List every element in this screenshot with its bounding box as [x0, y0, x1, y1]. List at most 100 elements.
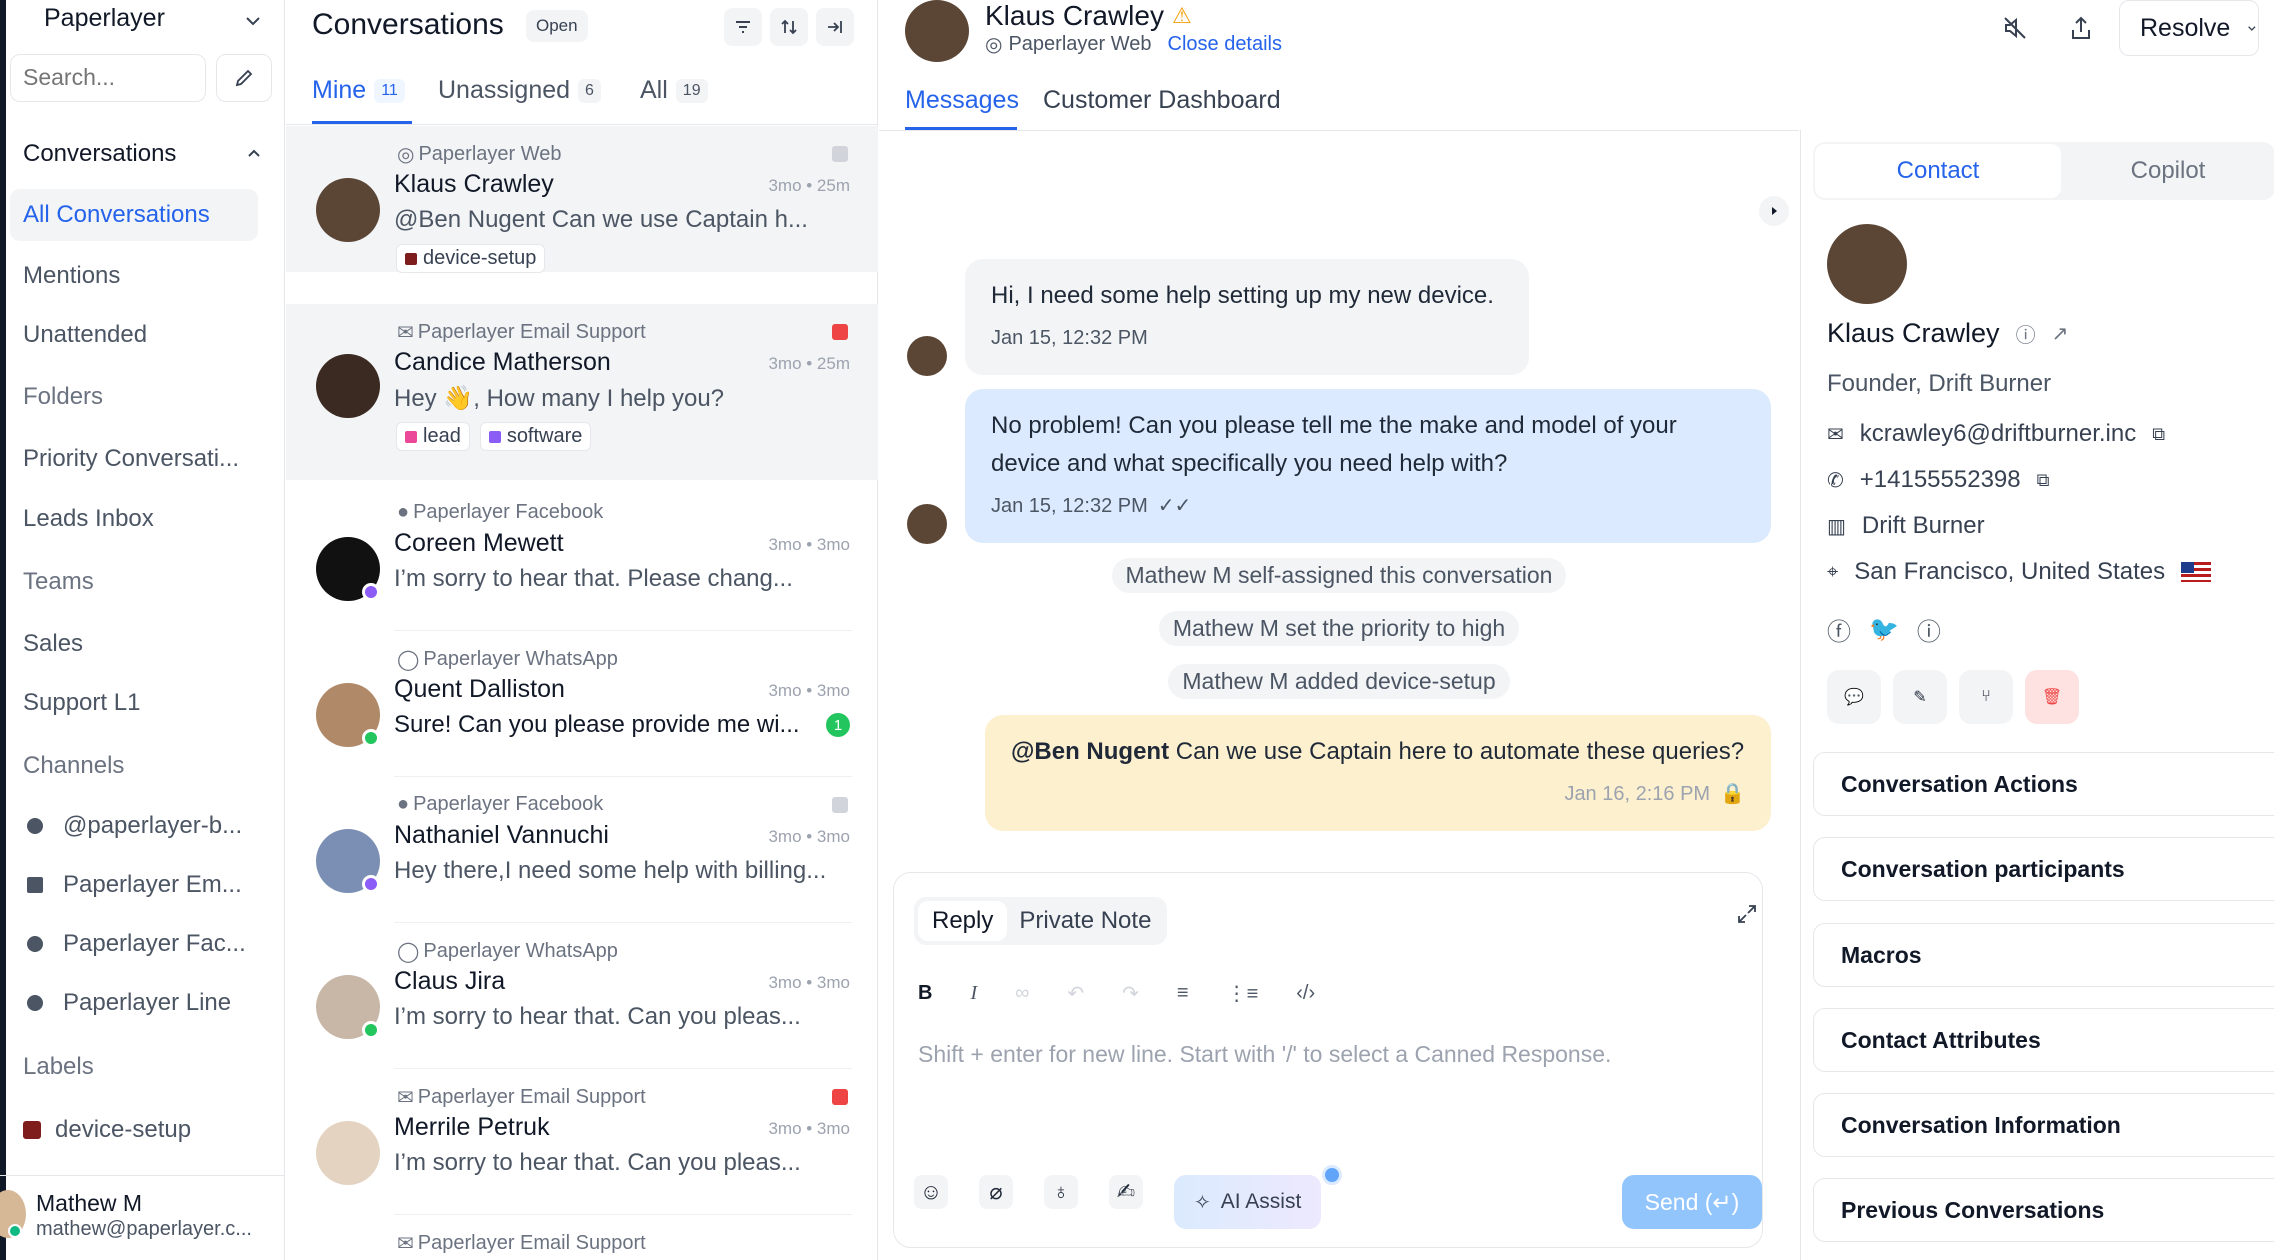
accordion-previous-conversations[interactable]: Previous Conversations: [1813, 1178, 2274, 1242]
attach-button[interactable]: ⌀: [979, 1175, 1013, 1209]
chat-header-name[interactable]: Klaus Crawley ⚠: [985, 0, 1192, 32]
nav-mentions[interactable]: Mentions: [23, 262, 120, 290]
activity-message: Mathew M added device-setup: [1168, 664, 1510, 699]
share-button[interactable]: [2067, 14, 2095, 42]
conversation-row[interactable]: ◎ Paperlayer Web Klaus Crawley 3mo • 25m …: [286, 126, 878, 273]
channel-item[interactable]: Paperlayer Fac...: [27, 930, 246, 958]
mention[interactable]: @Ben Nugent: [1011, 738, 1169, 765]
nav-all-conversations[interactable]: All Conversations: [10, 189, 258, 241]
folder-leads-inbox[interactable]: Leads Inbox: [23, 505, 154, 533]
private-note-tab[interactable]: Private Note: [1007, 901, 1163, 941]
teams-section-label[interactable]: Teams: [23, 568, 94, 596]
accordion-conversation-participants[interactable]: Conversation participants: [1813, 837, 2274, 901]
folder-priority[interactable]: Priority Conversati...: [23, 445, 239, 473]
accordion-contact-attributes[interactable]: Contact Attributes: [1813, 1008, 2274, 1072]
conversation-row[interactable]: ◯ Paperlayer WhatsApp Quent Dalliston 3mo…: [286, 631, 878, 777]
reply-tab[interactable]: Reply: [918, 901, 1008, 941]
search-box[interactable]: [10, 54, 206, 102]
activity-row: Mathew M added device-setup: [879, 664, 1799, 699]
expand-panel-button[interactable]: [1759, 196, 1789, 226]
record-audio-button[interactable]: ♁: [1044, 1175, 1078, 1209]
ai-assist-button[interactable]: ✧ AI Assist: [1174, 1175, 1322, 1229]
status-badge[interactable]: Open: [526, 10, 588, 42]
chevron-down-icon[interactable]: [242, 10, 264, 32]
undo-icon[interactable]: ↶: [1067, 981, 1084, 1006]
contact-avatar[interactable]: [905, 0, 969, 62]
ordered-list-icon[interactable]: ⋮≡: [1227, 981, 1259, 1006]
labels-section-label[interactable]: Labels: [23, 1053, 94, 1081]
copy-icon[interactable]: ⧉: [2152, 424, 2165, 445]
signature-button[interactable]: ✍: [1109, 1175, 1143, 1209]
delete-contact-button[interactable]: 🗑: [2025, 670, 2079, 724]
resolve-button[interactable]: Resolve: [2119, 0, 2259, 56]
accordion-conversation-actions[interactable]: Conversation Actions: [1813, 752, 2274, 816]
channel-item[interactable]: Paperlayer Line: [27, 989, 231, 1017]
folders-section-label[interactable]: Folders: [23, 383, 103, 411]
message-time: Jan 15, 12:32 PM: [991, 327, 1148, 349]
team-sales[interactable]: Sales: [23, 630, 83, 658]
signature-icon: ✍: [1116, 1179, 1136, 1204]
user-name[interactable]: Mathew M: [36, 1190, 142, 1217]
close-details-link[interactable]: Close details: [1168, 33, 1283, 56]
italic-icon[interactable]: I: [970, 982, 977, 1005]
arrow-right-to-line-icon: [828, 21, 842, 33]
sender-avatar: [907, 504, 947, 544]
chevron-up-icon: [248, 149, 260, 157]
facebook-icon[interactable]: ⓕ: [1827, 612, 1851, 647]
accordion-conversation-information[interactable]: Conversation Information: [1813, 1093, 2274, 1157]
facebook-icon: ●: [397, 501, 410, 523]
channel-item[interactable]: @paperlayer-b...: [27, 812, 242, 840]
tab-customer-dashboard[interactable]: Customer Dashboard: [1043, 86, 1281, 115]
channels-section-label[interactable]: Channels: [23, 752, 124, 780]
search-input[interactable]: [23, 55, 203, 99]
tab-messages[interactable]: Messages: [905, 86, 1019, 115]
edit-contact-button[interactable]: ✎: [1893, 670, 1947, 724]
filter-button[interactable]: [724, 8, 762, 46]
timestamp: 3mo • 3mo: [768, 1119, 850, 1138]
team-support-l1[interactable]: Support L1: [23, 689, 140, 717]
copy-icon[interactable]: ⧉: [2037, 470, 2050, 491]
bullet-list-icon[interactable]: ≡: [1177, 982, 1189, 1005]
expand-editor-button[interactable]: [1736, 903, 1758, 925]
redo-icon[interactable]: ↷: [1122, 981, 1139, 1006]
mute-button[interactable]: [2001, 14, 2029, 42]
conversation-row[interactable]: ✉ Paperlayer Email Support Candice Mather…: [286, 304, 878, 480]
channel-item[interactable]: Paperlayer Em...: [27, 871, 242, 899]
tab-all[interactable]: All 19: [640, 76, 708, 105]
link-icon[interactable]: ∞: [1015, 982, 1029, 1005]
conversations-section-header[interactable]: Conversations: [23, 140, 263, 168]
label-item-device-setup[interactable]: device-setup: [23, 1116, 191, 1144]
external-link-icon[interactable]: ↗: [2052, 321, 2069, 346]
merge-contact-button[interactable]: ⑂: [1959, 670, 2013, 724]
mute-icon: [2004, 17, 2026, 39]
contact-email-row[interactable]: ✉ kcrawley6@driftburner.inc ⧉: [1827, 420, 2165, 448]
tab-mine[interactable]: Mine 11: [312, 76, 405, 105]
sort-button[interactable]: [770, 8, 808, 46]
emoji-button[interactable]: ☺: [914, 1175, 948, 1209]
twitter-icon[interactable]: 🐦: [1869, 615, 1899, 644]
conversation-row[interactable]: ◯ Paperlayer WhatsApp Claus Jira 3mo • 3m…: [286, 923, 878, 1069]
conversation-row[interactable]: ✉ Paperlayer Email Support: [286, 1215, 878, 1260]
tab-copilot[interactable]: Copilot: [2061, 157, 2274, 185]
send-button[interactable]: Send (↵): [1622, 1175, 1762, 1229]
info-icon[interactable]: ⓘ: [2016, 319, 2036, 348]
collapse-list-button[interactable]: [816, 8, 854, 46]
code-icon[interactable]: ‹/›: [1296, 982, 1315, 1005]
bold-icon[interactable]: B: [918, 982, 932, 1005]
tab-count: 19: [675, 78, 708, 103]
message-preview: I’m sorry to hear that. Please chang...: [394, 565, 793, 592]
account-switcher[interactable]: Paperlayer: [44, 4, 165, 33]
online-status-dot: [8, 1224, 22, 1238]
conversation-row[interactable]: ✉ Paperlayer Email Support Merrile Petruk…: [286, 1069, 878, 1215]
compose-button[interactable]: [216, 54, 272, 102]
tab-contact[interactable]: Contact: [1815, 144, 2061, 198]
accordion-macros[interactable]: Macros: [1813, 923, 2274, 987]
conversation-row[interactable]: ● Paperlayer Facebook Coreen Mewett 3mo •…: [286, 485, 878, 631]
nav-unattended[interactable]: Unattended: [23, 321, 147, 349]
editor-input[interactable]: Shift + enter for new line. Start with '…: [918, 1041, 1611, 1068]
contact-phone-row[interactable]: ✆ +14155552398 ⧉: [1827, 466, 2049, 494]
tab-unassigned[interactable]: Unassigned 6: [438, 76, 601, 105]
conversation-row[interactable]: ● Paperlayer Facebook Nathaniel Vannuchi …: [286, 777, 878, 923]
linkedin-icon[interactable]: ⓘ: [1917, 612, 1941, 647]
new-message-button[interactable]: 💬: [1827, 670, 1881, 724]
